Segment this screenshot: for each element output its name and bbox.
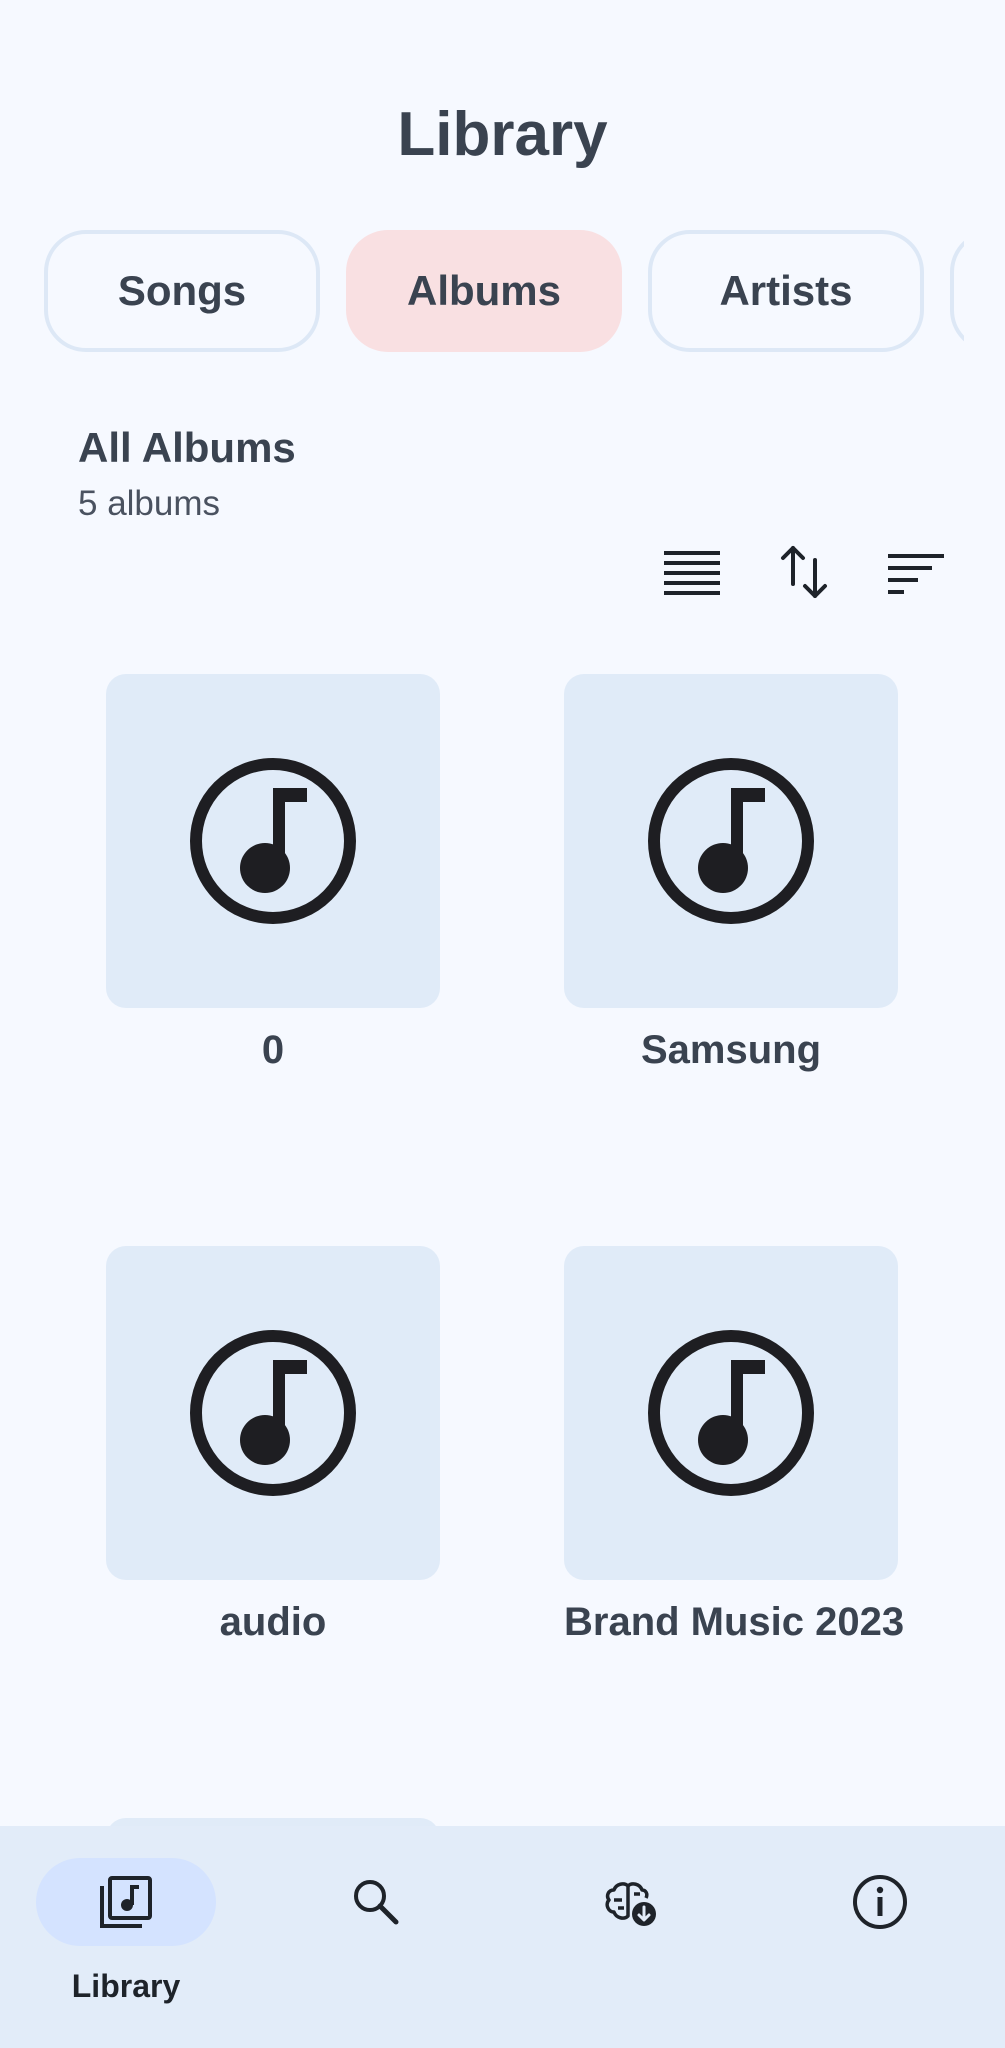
album-card[interactable]: Samsung <box>564 674 898 1073</box>
nav-info-container <box>790 1858 970 1946</box>
search-icon <box>354 1880 399 1925</box>
album-title: Samsung <box>640 1028 822 1072</box>
album-title: 0 <box>261 1028 285 1072</box>
sort-order-icon[interactable] <box>772 540 836 604</box>
section-title: All Albums <box>78 424 296 471</box>
album-card[interactable]: audio <box>106 1246 440 1645</box>
album-art <box>106 674 440 1008</box>
music-note-icon <box>648 1330 814 1496</box>
music-note-icon <box>648 758 814 924</box>
nav-ai-container <box>540 1858 720 1946</box>
tab-artists[interactable]: Artists <box>648 230 924 352</box>
album-title: audio <box>219 1600 327 1644</box>
library-icon <box>100 1876 152 1928</box>
nav-search-container <box>286 1858 466 1946</box>
filter-icon[interactable] <box>884 540 948 604</box>
album-count: 5 albums <box>78 484 221 523</box>
album-art <box>564 674 898 1008</box>
nav-ai-download[interactable] <box>540 1858 720 1946</box>
library-tabs: Songs Albums Artists <box>44 230 964 358</box>
music-note-icon <box>190 1330 356 1496</box>
album-title: Brand Music 2023 <box>564 1600 905 1644</box>
nav-label-library: Library <box>71 1968 181 2004</box>
album-card[interactable]: Brand Music 2023 <box>564 1246 905 1645</box>
nav-library[interactable]: Library <box>36 1858 216 2005</box>
album-card[interactable]: 0 <box>106 674 440 1073</box>
tab-albums[interactable]: Albums <box>346 230 622 352</box>
album-art <box>106 1246 440 1580</box>
nav-info[interactable] <box>790 1858 970 1946</box>
bottom-navigation: Library <box>0 1826 1005 2048</box>
tab-songs[interactable]: Songs <box>44 230 320 352</box>
nav-active-indicator <box>36 1858 216 1946</box>
info-icon <box>853 1875 907 1929</box>
album-art <box>564 1246 898 1580</box>
ai-brain-download-icon <box>605 1882 656 1926</box>
music-note-icon <box>190 758 356 924</box>
library-screen: Library Songs Albums Artists All Albums … <box>0 0 1005 2048</box>
list-view-icon[interactable] <box>660 540 724 604</box>
tab-next[interactable] <box>950 230 964 352</box>
nav-search[interactable] <box>286 1858 466 1946</box>
page-title: Library <box>397 100 608 169</box>
